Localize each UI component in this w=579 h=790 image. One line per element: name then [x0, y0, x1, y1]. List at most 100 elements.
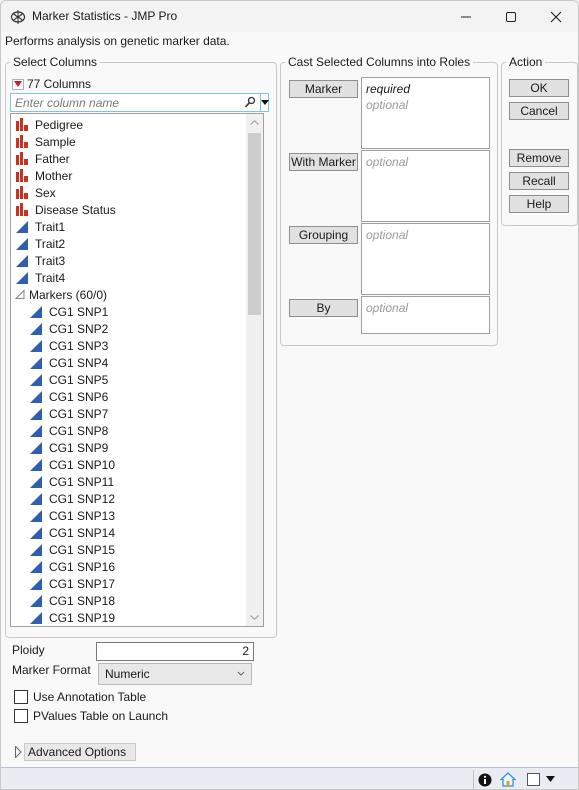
window-title: Marker Statistics - JMP Pro [32, 9, 178, 23]
red-triangle-menu-button[interactable] [12, 78, 24, 90]
title-bar: Marker Statistics - JMP Pro [1, 1, 578, 32]
help-button[interactable]: Help [509, 195, 569, 213]
columns-count: 77 Columns [12, 77, 91, 91]
dialog-description: Performs analysis on genetic marker data… [5, 34, 230, 48]
cancel-button[interactable]: Cancel [509, 102, 569, 120]
column-list-item[interactable]: CG1 SNP7 [29, 405, 108, 422]
nominal-column-icon [16, 186, 28, 199]
continuous-column-icon [30, 595, 42, 607]
ok-button[interactable]: OK [509, 79, 569, 97]
column-list-item[interactable]: CG1 SNP13 [29, 507, 115, 524]
column-list-item[interactable]: CG1 SNP3 [29, 337, 108, 354]
scroll-thumb[interactable] [248, 133, 261, 315]
with-marker-role-button[interactable]: With Marker [289, 153, 358, 171]
action-legend: Action [509, 55, 543, 69]
column-list-item[interactable]: CG1 SNP6 [29, 388, 108, 405]
column-list-item[interactable]: CG1 SNP11 [29, 473, 114, 490]
remove-button[interactable]: Remove [509, 149, 569, 167]
scroll-down-button[interactable] [246, 609, 263, 626]
column-name: CG1 SNP9 [49, 440, 109, 455]
optional-hint: optional [366, 155, 409, 169]
column-list-item[interactable]: Father [15, 150, 70, 167]
marker-role-button[interactable]: Marker [289, 80, 358, 98]
column-list-item[interactable]: Trait2 [15, 235, 65, 252]
column-list-item[interactable]: Sex [15, 184, 56, 201]
grouping-role-list[interactable]: optional [361, 223, 490, 295]
continuous-column-icon [16, 255, 28, 267]
marker-role-list[interactable]: required optional [361, 77, 490, 149]
cast-roles-legend: Cast Selected Columns into Roles [288, 55, 471, 69]
search-options-dropdown[interactable] [260, 94, 269, 111]
use-annotation-table-checkbox[interactable] [14, 690, 28, 704]
column-list-item[interactable]: Mother [15, 167, 72, 184]
maximize-button[interactable] [488, 1, 534, 32]
close-button[interactable] [533, 1, 578, 32]
with-marker-role-list[interactable]: optional [361, 150, 490, 222]
column-list-item[interactable]: CG1 SNP12 [29, 490, 115, 507]
advanced-options-button[interactable]: Advanced Options [24, 743, 136, 761]
column-list-item[interactable]: CG1 SNP2 [29, 320, 108, 337]
search-icon[interactable] [244, 96, 256, 109]
column-name: Trait2 [35, 236, 66, 251]
continuous-column-icon [30, 561, 42, 573]
column-search-input[interactable] [11, 94, 239, 111]
column-list-item[interactable]: Sample [15, 133, 76, 150]
column-list-item[interactable]: Trait1 [15, 218, 65, 235]
column-list-item[interactable]: Disease Status [15, 201, 116, 218]
optional-hint: optional [366, 228, 409, 242]
grouping-role-button[interactable]: Grouping [289, 226, 358, 244]
column-list-item[interactable]: Trait3 [15, 252, 65, 269]
column-name: CG1 SNP4 [49, 355, 109, 370]
status-divider [473, 770, 474, 789]
column-list-item[interactable]: CG1 SNP9 [29, 439, 108, 456]
column-name: CG1 SNP1 [49, 304, 109, 319]
column-list-item[interactable]: CG1 SNP17 [29, 575, 115, 592]
column-name: CG1 SNP12 [49, 491, 116, 506]
column-group-item[interactable]: Markers (60/0) [15, 286, 107, 303]
column-list-item[interactable]: Trait4 [15, 269, 65, 286]
marker-format-select[interactable]: Numeric [98, 663, 252, 685]
info-icon[interactable] [478, 773, 492, 787]
expand-group-triangle-icon[interactable] [15, 288, 25, 301]
dropdown-arrow-icon[interactable] [546, 776, 555, 782]
column-name: Father [35, 151, 70, 166]
by-role-list[interactable]: optional [361, 296, 490, 334]
minimize-button[interactable] [443, 1, 489, 32]
column-list-item[interactable]: CG1 SNP16 [29, 558, 115, 575]
advanced-options-disclosure[interactable]: Advanced Options [15, 743, 136, 761]
window-list-box[interactable] [527, 773, 540, 786]
column-list-item[interactable]: CG1 SNP14 [29, 524, 115, 541]
nominal-column-icon [16, 203, 28, 216]
ploidy-input[interactable]: 2 [96, 642, 254, 661]
pvalues-table-checkbox[interactable] [14, 709, 28, 723]
column-list-item[interactable]: CG1 SNP1 [29, 303, 108, 320]
ploidy-label: Ploidy [12, 643, 45, 657]
column-list-item[interactable]: CG1 SNP19 [29, 609, 115, 626]
column-list[interactable]: CG1 SNP19 CG1 SNP18 CG1 SNP17 CG1 SNP16 … [10, 113, 264, 627]
column-list-item[interactable]: CG1 SNP4 [29, 354, 108, 371]
column-name: CG1 SNP16 [49, 559, 116, 574]
home-icon[interactable] [500, 772, 516, 787]
select-columns-legend: Select Columns [13, 55, 98, 69]
by-role-button[interactable]: By [289, 299, 358, 317]
nominal-column-icon [16, 118, 28, 131]
column-list-item[interactable]: CG1 SNP8 [29, 422, 108, 439]
continuous-column-icon [30, 391, 42, 403]
scroll-up-button[interactable] [246, 114, 263, 131]
column-list-scrollbar[interactable] [246, 114, 263, 626]
column-name: Trait4 [35, 270, 66, 285]
column-list-item[interactable]: CG1 SNP10 [29, 456, 115, 473]
column-list-item[interactable]: CG1 SNP5 [29, 371, 108, 388]
column-name: CG1 SNP15 [49, 542, 116, 557]
chevron-down-icon [250, 615, 259, 620]
continuous-column-icon [30, 306, 42, 318]
recall-button[interactable]: Recall [509, 172, 569, 190]
column-name: CG1 SNP3 [49, 338, 109, 353]
continuous-column-icon [30, 408, 42, 420]
red-triangle-icon [14, 81, 22, 87]
column-list-item[interactable]: CG1 SNP15 [29, 541, 115, 558]
column-list-item[interactable]: CG1 SNP18 [29, 592, 115, 609]
column-name: CG1 SNP2 [49, 321, 109, 336]
maximize-icon [506, 11, 516, 22]
column-list-item[interactable]: Pedigree [15, 116, 83, 133]
